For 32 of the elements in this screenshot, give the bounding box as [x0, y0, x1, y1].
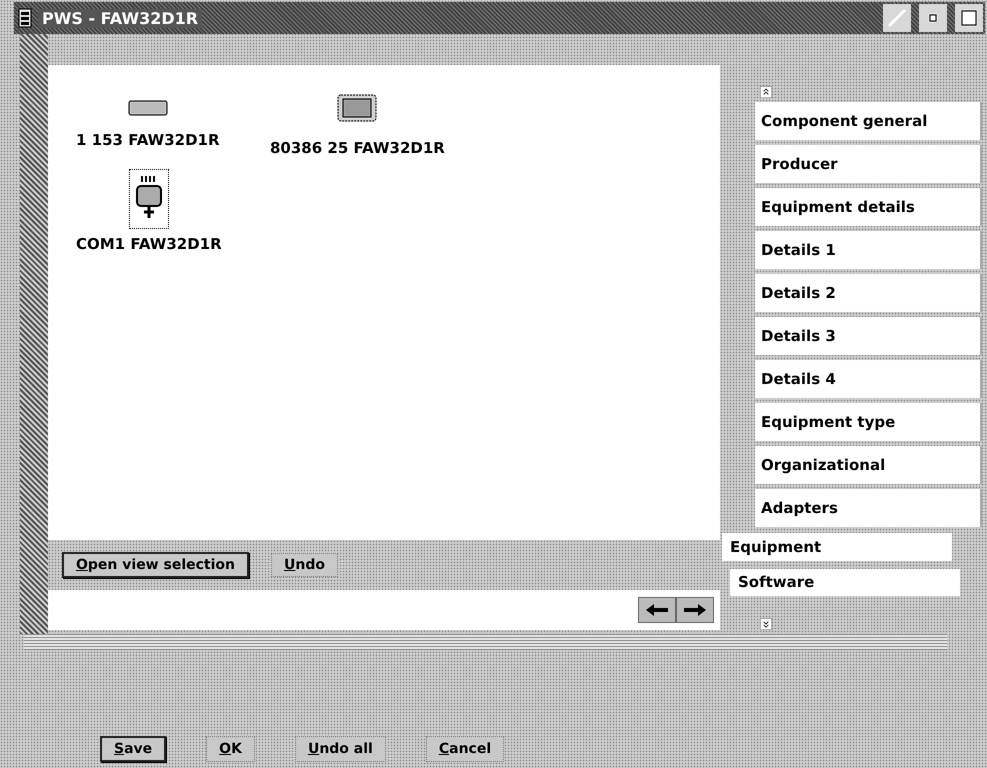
section-tab[interactable]: Details 1	[755, 231, 982, 270]
drive-icon[interactable]	[128, 100, 168, 116]
window-title: PWS - FAW32D1R	[38, 8, 202, 28]
object-label[interactable]: 80386 25 FAW32D1R	[270, 139, 445, 157]
system-menu-icon[interactable]	[18, 7, 32, 29]
section-tab[interactable]: Details 3	[755, 317, 982, 356]
minimize-icon[interactable]	[919, 4, 947, 32]
notebook-tab[interactable]: Equipment	[722, 533, 952, 560]
dialog-button[interactable]: Undo all	[294, 736, 386, 762]
dialog-button[interactable]: Cancel	[426, 736, 504, 762]
dialog-button[interactable]: OK	[206, 736, 255, 762]
section-tab[interactable]: Details 4	[755, 360, 982, 398]
previous-page-icon[interactable]	[638, 597, 676, 623]
maximize-icon[interactable]	[955, 4, 983, 32]
next-page-icon[interactable]	[676, 597, 714, 623]
section-tab[interactable]: Equipment type	[755, 403, 982, 442]
object-label[interactable]: COM1 FAW32D1R	[76, 235, 222, 253]
section-tab[interactable]: Component general	[755, 102, 982, 140]
section-tab[interactable]: Equipment details	[755, 188, 982, 226]
section-tab[interactable]: Details 2	[755, 274, 982, 312]
page-button[interactable]: Undo	[271, 553, 338, 577]
chip-icon[interactable]	[335, 92, 380, 124]
serial-port-icon[interactable]	[134, 174, 164, 220]
section-tab[interactable]: Adapters	[755, 489, 982, 528]
scroll-down-icon[interactable]	[758, 618, 774, 630]
section-tab[interactable]: Organizational	[755, 446, 982, 484]
notebook-tab[interactable]: Software	[730, 568, 960, 596]
dialog-button[interactable]: Save	[100, 736, 166, 762]
page-button[interactable]: Open view selection	[62, 552, 249, 578]
scroll-up-icon[interactable]	[758, 86, 774, 98]
object-label[interactable]: 1 153 FAW32D1R	[76, 131, 220, 149]
section-tab[interactable]: Producer	[755, 145, 982, 184]
